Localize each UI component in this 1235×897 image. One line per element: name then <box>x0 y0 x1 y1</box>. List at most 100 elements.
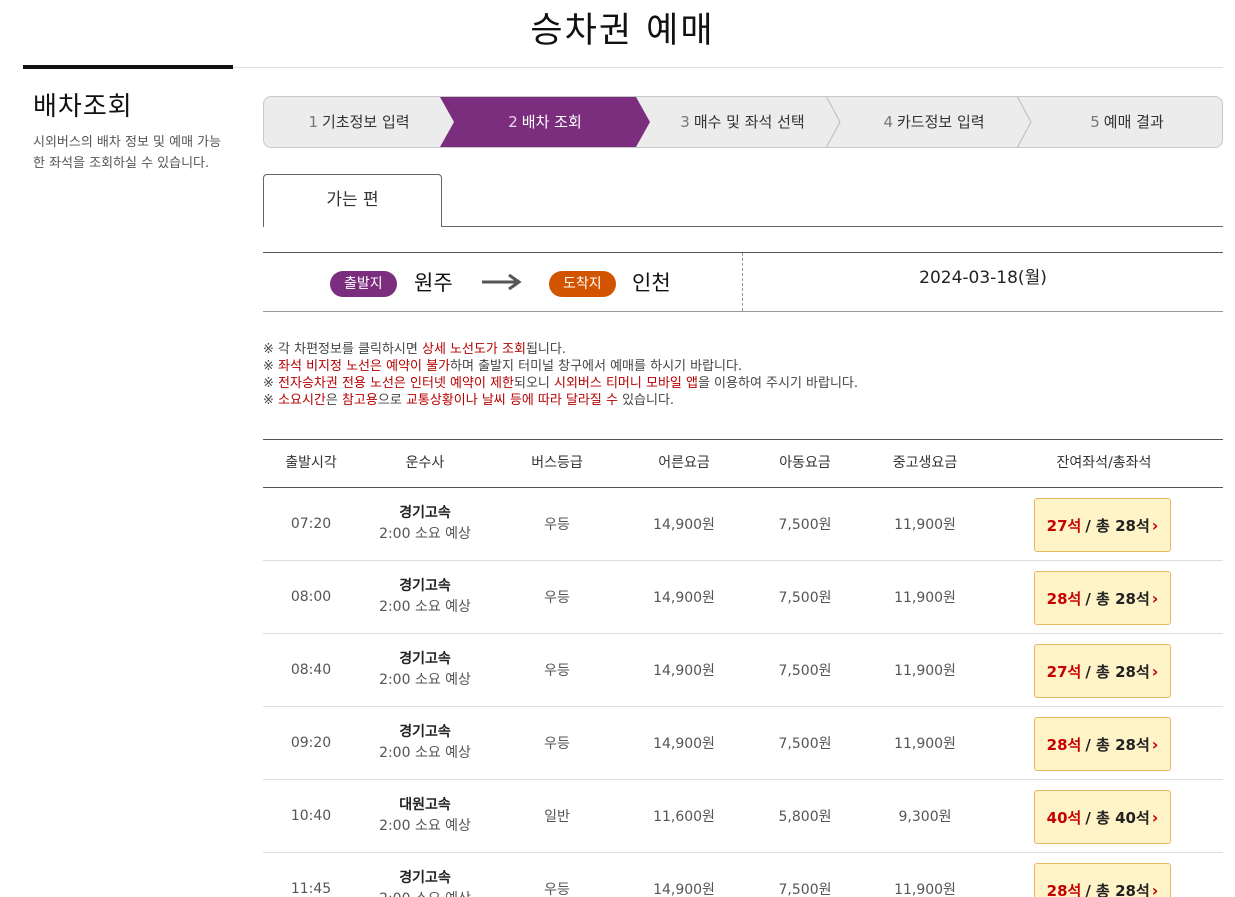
step-label: 배차 조회 <box>521 113 582 131</box>
operator-cell: 경기고속 2:00 소요 예상 <box>359 707 491 779</box>
sidebar-description: 시외버스의 배차 정보 및 예매 가능한 좌석을 조회하실 수 있습니다. <box>33 135 222 171</box>
adult-fare: 14,900원 <box>653 590 715 606</box>
step-seat-select: 3 매수 및 좌석 선택 <box>650 97 835 147</box>
notice-highlight: 상세 노선도가 조회 <box>421 342 526 357</box>
route-cities: 출발지 원주 도착지 인천 <box>263 253 743 311</box>
bus-grade: 우등 <box>544 663 570 679</box>
header-departure-time: 출발시각 <box>285 455 337 471</box>
notice-text: 있습니다. <box>617 393 675 408</box>
total-seats: / 총 40석 <box>1085 808 1150 827</box>
remaining-seats: 28석 <box>1046 881 1082 897</box>
operator-name: 경기고속 <box>399 651 451 667</box>
notice-highlight: 참고용 <box>341 393 378 408</box>
notice-text: 을 이용하여 주시기 바랍니다. <box>697 376 859 391</box>
notice-text: 되오니 <box>513 376 554 391</box>
operator-cell: 경기고속 2:00 소요 예상 <box>359 488 491 560</box>
departure-time: 08:40 <box>290 662 332 678</box>
step-label: 카드정보 입력 <box>896 113 985 131</box>
adult-fare: 14,900원 <box>653 663 715 679</box>
step-separator-icon <box>1016 97 1032 147</box>
total-seats: / 총 28석 <box>1085 589 1150 608</box>
child-fare: 7,500원 <box>778 736 832 752</box>
tab-outbound[interactable]: 가는 편 <box>263 174 442 227</box>
table-row[interactable]: 10:40 대원고속 2:00 소요 예상 일반 11,600원 5,800원 9,300원… <box>263 780 1223 853</box>
seat-select-button[interactable]: 27석 / 총 28석 › <box>1034 498 1171 552</box>
operator-cell: 대원고속 2:00 소요 예상 <box>359 780 491 852</box>
table-row[interactable]: 09:20 경기고속 2:00 소요 예상 우등 14,900원 7,500원 11,900… <box>263 707 1223 780</box>
notice-highlight: 전자승차권 전용 노선은 인터넷 예약이 제한 <box>278 376 514 391</box>
header-child-fare: 아동요금 <box>779 455 831 471</box>
notice-item: ※ 소요시간은 참고용으로 교통상황이나 날씨 등에 따라 달라질 수 있습니다… <box>263 392 858 409</box>
notice-highlight: 시외버스 티머니 모바일 앱 <box>554 376 698 391</box>
notice-highlight: 좌석 비지정 노선은 예약이 불가 <box>278 359 451 374</box>
table-row[interactable]: 08:00 경기고속 2:00 소요 예상 우등 14,900원 7,500원 11,900… <box>263 561 1223 634</box>
seat-select-button[interactable]: 28석 / 총 28석 › <box>1034 571 1171 625</box>
student-fare: 11,900원 <box>894 590 956 606</box>
chevron-right-icon: › <box>1151 807 1159 827</box>
student-fare: 9,300원 <box>898 809 952 825</box>
depart-badge: 출발지 <box>330 271 397 297</box>
arrow-right-icon <box>482 273 522 291</box>
seat-select-button[interactable]: 40석 / 총 40석 › <box>1034 790 1171 844</box>
notice-highlight: 교통상황이나 날씨 등에 따라 달라질 수 <box>405 393 618 408</box>
dispatch-table: 출발시각 운수사 버스등급 어른요금 아동요금 중고생요금 잔여좌석/총좌석 0… <box>263 439 1223 897</box>
step-number: 4 <box>883 113 893 131</box>
notice-highlight: 소요시간 <box>278 393 326 408</box>
arrive-city: 인천 <box>632 271 671 295</box>
duration-estimate: 2:00 소요 예상 <box>379 599 471 615</box>
notice-text: ※ 각 차편정보를 클릭하시면 <box>263 342 422 357</box>
step-label: 기초정보 입력 <box>321 113 410 131</box>
notice-text: 하며 출발지 터미널 창구에서 예매를 하시기 바랍니다. <box>450 359 743 374</box>
duration-estimate: 2:00 소요 예상 <box>379 818 471 834</box>
child-fare: 7,500원 <box>778 663 832 679</box>
total-seats: / 총 28석 <box>1085 662 1150 681</box>
notice-text: 으로 <box>377 393 406 408</box>
operator-name: 대원고속 <box>399 797 451 813</box>
operator-name: 경기고속 <box>399 505 451 521</box>
student-fare: 11,900원 <box>894 663 956 679</box>
child-fare: 5,800원 <box>778 809 832 825</box>
notice-text: ※ <box>263 376 279 391</box>
bus-grade: 우등 <box>544 517 570 533</box>
step-indicator: 1 기초정보 입력 2 배차 조회 3 매수 및 좌석 선택 4 카드정보 입력 5 예매… <box>263 96 1223 148</box>
header-operator: 운수사 <box>405 455 445 471</box>
total-seats: / 총 28석 <box>1085 735 1150 754</box>
depart-city: 원주 <box>414 271 453 295</box>
remaining-seats: 27석 <box>1046 662 1082 681</box>
remaining-seats: 28석 <box>1046 589 1082 608</box>
notice-item: ※ 좌석 비지정 노선은 예약이 불가하며 출발지 터미널 창구에서 예매를 하… <box>263 358 858 375</box>
departure-time: 10:40 <box>290 808 332 824</box>
notice-item: ※ 전자승차권 전용 노선은 인터넷 예약이 제한되오니 시외버스 티머니 모바… <box>263 375 858 392</box>
operator-cell: 경기고속 2:00 소요 예상 <box>359 634 491 706</box>
departure-date: 2024-03-18(월) <box>919 268 1047 288</box>
seat-select-button[interactable]: 27석 / 총 28석 › <box>1034 644 1171 698</box>
seat-select-button[interactable]: 28석 / 총 28석 › <box>1034 717 1171 771</box>
bus-grade: 우등 <box>544 590 570 606</box>
student-fare: 11,900원 <box>894 517 956 533</box>
operator-cell: 경기고속 2:00 소요 예상 <box>359 561 491 633</box>
table-row[interactable]: 08:40 경기고속 2:00 소요 예상 우등 14,900원 7,500원 11,900… <box>263 634 1223 707</box>
step-card-info: 4 카드정보 입력 <box>839 97 1029 147</box>
notice-text: 됩니다. <box>525 342 566 357</box>
step-label: 매수 및 좌석 선택 <box>693 113 805 131</box>
header-bus-grade: 버스등급 <box>531 455 583 471</box>
step-dispatch-search: 2 배차 조회 <box>440 97 650 147</box>
table-row[interactable]: 07:20 경기고속 2:00 소요 예상 우등 14,900원 7,500원 11,900… <box>263 488 1223 561</box>
duration-estimate: 2:00 소요 예상 <box>379 526 471 542</box>
bus-grade: 우등 <box>544 736 570 752</box>
notice-item: ※ 각 차편정보를 클릭하시면 상세 노선도가 조회됩니다. <box>263 341 858 358</box>
step-number: 1 <box>308 113 318 131</box>
header-adult-fare: 어른요금 <box>658 455 710 471</box>
step-number: 5 <box>1090 113 1100 131</box>
notice-text: ※ <box>263 359 279 374</box>
operator-cell: 경기고속 2:00 소요 예상 <box>359 853 491 897</box>
table-row[interactable]: 11:45 경기고속 2:00 소요 예상 우등 14,900원 7,500원 11,900… <box>263 853 1223 897</box>
child-fare: 7,500원 <box>778 517 832 533</box>
bus-grade: 일반 <box>544 809 570 825</box>
remaining-seats: 27석 <box>1046 516 1082 535</box>
operator-name: 경기고속 <box>399 724 451 740</box>
duration-estimate: 2:00 소요 예상 <box>379 745 471 761</box>
sidebar-title: 배차조회 <box>33 92 133 122</box>
step-result: 5 예매 결과 <box>1032 97 1222 147</box>
seat-select-button[interactable]: 28석 / 총 28석 › <box>1034 863 1171 897</box>
